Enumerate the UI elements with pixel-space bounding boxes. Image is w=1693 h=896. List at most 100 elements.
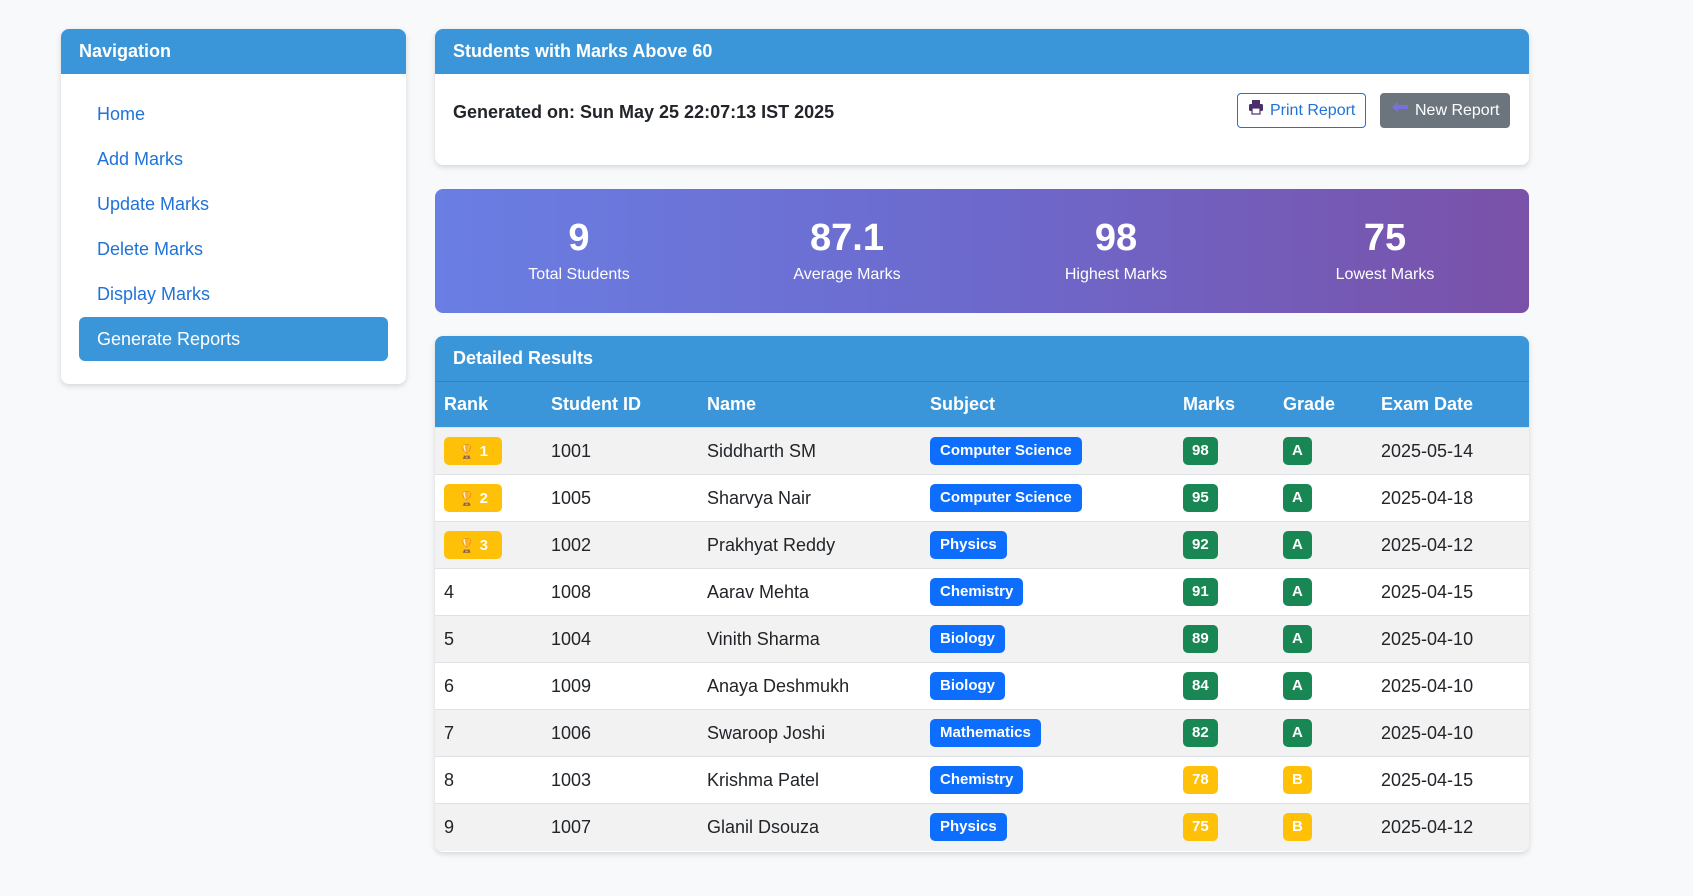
cell-rank: 🏆 1 [435, 427, 542, 475]
cell-rank: 5 [435, 615, 542, 663]
cell-subject: Chemistry [921, 756, 1174, 804]
cell-student-id: 1004 [542, 615, 698, 663]
cell-subject: Biology [921, 615, 1174, 663]
detailed-results-card: Detailed Results Rank Student ID Name Su… [435, 336, 1529, 852]
new-report-button[interactable]: New Report [1380, 93, 1511, 128]
back-arrow-icon [1391, 94, 1409, 127]
cell-marks: 98 [1174, 427, 1274, 475]
stat-highest-marks: 98 Highest Marks [981, 189, 1251, 284]
rank-value: 8 [444, 769, 455, 790]
rank-value: 6 [444, 675, 455, 696]
table-row: 🏆 1 1001 Siddharth SM Computer Science 98 A 20… [435, 427, 1529, 475]
cell-rank: 6 [435, 662, 542, 710]
results-table: Rank Student ID Name Subject Marks Grade… [435, 381, 1529, 851]
column-header-student-id: Student ID [551, 394, 641, 414]
cell-exam-date: 2025-04-10 [1372, 662, 1529, 710]
cell-student-id: 1002 [542, 521, 698, 569]
cell-name: Sharvya Nair [698, 474, 921, 522]
subject-badge: Physics [930, 813, 1007, 842]
cell-marks: 84 [1174, 662, 1274, 710]
nav-item-add-marks[interactable]: Add Marks [79, 137, 388, 181]
stat-label: Lowest Marks [1335, 266, 1435, 283]
cell-exam-date: 2025-04-15 [1372, 568, 1529, 616]
rank-value: 4 [444, 581, 455, 602]
subject-badge: Computer Science [930, 437, 1082, 465]
subject-badge: Chemistry [930, 766, 1024, 794]
cell-exam-date: 2025-04-10 [1372, 709, 1529, 757]
grade-badge: B [1283, 813, 1312, 842]
cell-exam-date: 2025-05-14 [1372, 427, 1529, 475]
cell-grade: A [1274, 474, 1372, 522]
table-row: 🏆 2 1005 Sharvya Nair Computer Science 95 A 20… [435, 474, 1529, 522]
column-header-grade: Grade [1283, 394, 1336, 414]
cell-rank: 7 [435, 709, 542, 757]
cell-marks: 95 [1174, 474, 1274, 522]
stat-value: 98 [1094, 217, 1138, 259]
cell-exam-date: 2025-04-15 [1372, 756, 1529, 804]
cell-subject: Physics [921, 803, 1174, 851]
cell-exam-date: 2025-04-18 [1372, 474, 1529, 522]
results-table-body: 🏆 1 1001 Siddharth SM Computer Science 98 A 20… [435, 427, 1529, 851]
stat-label: Average Marks [793, 266, 901, 283]
table-row: 4 1008 Aarav Mehta Chemistry 91 A 2025-04-15 [435, 568, 1529, 616]
cell-subject: Mathematics [921, 709, 1174, 757]
marks-badge: 89 [1183, 625, 1218, 653]
rank-value: 2 [479, 490, 488, 507]
cell-exam-date: 2025-04-12 [1372, 521, 1529, 569]
cell-grade: A [1274, 568, 1372, 616]
cell-rank: 🏆 3 [435, 521, 542, 569]
column-header-subject: Subject [930, 394, 996, 414]
subject-badge: Chemistry [930, 578, 1024, 606]
marks-badge: 95 [1183, 484, 1218, 512]
cell-marks: 91 [1174, 568, 1274, 616]
marks-badge: 84 [1183, 672, 1218, 700]
table-row: 6 1009 Anaya Deshmukh Biology 84 A 2025-04-10 [435, 662, 1529, 710]
marks-badge: 78 [1183, 766, 1218, 794]
stat-lowest-marks: 75 Lowest Marks [1250, 189, 1520, 284]
subject-badge: Physics [930, 531, 1007, 559]
cell-subject: Computer Science [921, 427, 1174, 475]
rank-badge: 🏆 1 [444, 437, 502, 465]
nav-item-update-marks[interactable]: Update Marks [79, 182, 388, 226]
cell-student-id: 1006 [542, 709, 698, 757]
subject-badge: Mathematics [930, 719, 1041, 747]
subject-badge: Computer Science [930, 484, 1082, 512]
marks-badge: 82 [1183, 719, 1218, 747]
report-title: Students with Marks Above 60 [435, 29, 1529, 74]
subject-badge: Biology [930, 625, 1005, 653]
stat-value: 75 [1363, 217, 1407, 259]
nav-item-home[interactable]: Home [79, 92, 388, 136]
cell-grade: B [1274, 803, 1372, 851]
rank-value: 3 [479, 537, 488, 554]
table-row: 5 1004 Vinith Sharma Biology 89 A 2025-04-10 [435, 615, 1529, 663]
column-header-rank: Rank [444, 394, 489, 414]
print-report-button[interactable]: Print Report [1237, 93, 1367, 128]
cell-grade: A [1274, 615, 1372, 663]
cell-rank: 8 [435, 756, 542, 804]
cell-marks: 89 [1174, 615, 1274, 663]
nav-item-delete-marks[interactable]: Delete Marks [79, 227, 388, 271]
nav-item-generate-reports[interactable]: Generate Reports [79, 317, 388, 361]
column-header-marks: Marks [1183, 394, 1236, 414]
cell-marks: 92 [1174, 521, 1274, 569]
grade-badge: A [1283, 531, 1312, 559]
results-title: Detailed Results [435, 336, 1529, 381]
cell-grade: A [1274, 521, 1372, 569]
marks-badge: 91 [1183, 578, 1218, 606]
rank-badge: 🏆 2 [444, 484, 502, 512]
stat-label: Highest Marks [1064, 266, 1168, 283]
cell-student-id: 1001 [542, 427, 698, 475]
nav-item-display-marks[interactable]: Display Marks [79, 272, 388, 316]
cell-name: Swaroop Joshi [698, 709, 921, 757]
cell-grade: A [1274, 662, 1372, 710]
cell-rank: 9 [435, 803, 542, 851]
cell-student-id: 1007 [542, 803, 698, 851]
stat-label: Total Students [528, 266, 630, 283]
cell-name: Anaya Deshmukh [698, 662, 921, 710]
trophy-icon: 🏆 [458, 490, 476, 506]
cell-name: Siddharth SM [698, 427, 921, 475]
print-report-label: Print Report [1270, 102, 1356, 119]
cell-marks: 78 [1174, 756, 1274, 804]
table-row: 9 1007 Glanil Dsouza Physics 75 B 2025-04-12 [435, 803, 1529, 851]
cell-grade: A [1274, 709, 1372, 757]
